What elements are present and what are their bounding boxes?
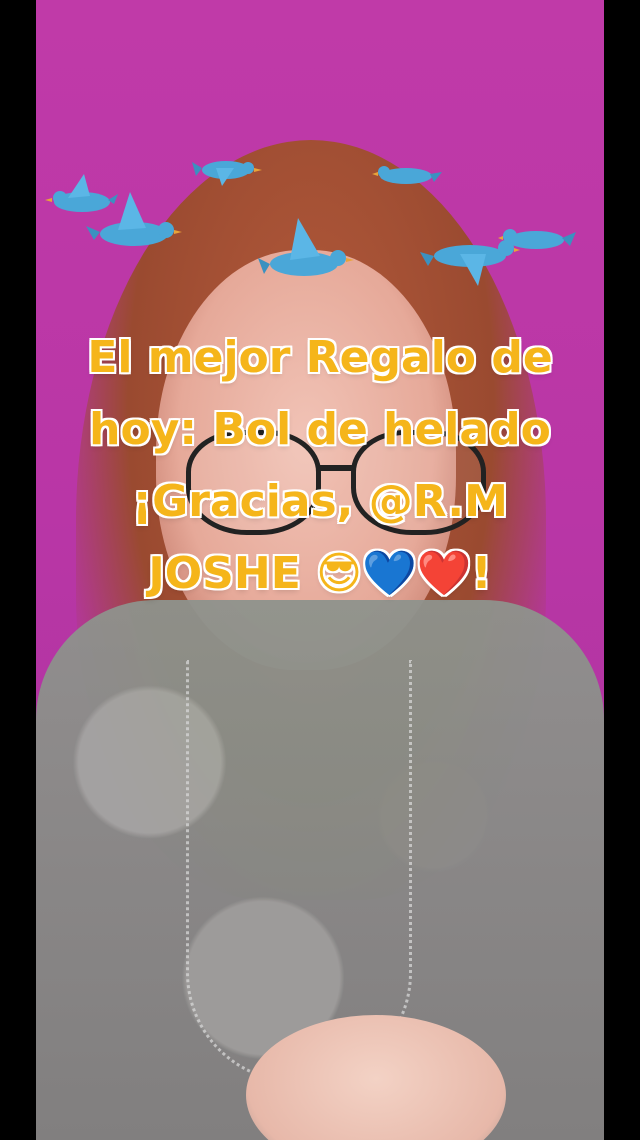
bird-icon	[372, 158, 442, 192]
bird-icon	[258, 212, 354, 284]
caption-line-3: ¡Gracias, @R.M	[132, 476, 508, 527]
caption-overlay: El mejor Regalo de hoy: Bol de helado ¡G…	[0, 322, 640, 610]
bird-icon	[192, 150, 262, 192]
caption-line-4: JOSHE 😎💙❤️!	[148, 548, 492, 599]
video-frame: El mejor Regalo de hoy: Bol de helado ¡G…	[0, 0, 640, 1140]
bird-icon	[498, 220, 578, 260]
bird-icon	[82, 186, 182, 256]
caption-line-2: hoy: Bol de helado	[89, 404, 551, 455]
caption-line-1: El mejor Regalo de	[87, 332, 553, 383]
